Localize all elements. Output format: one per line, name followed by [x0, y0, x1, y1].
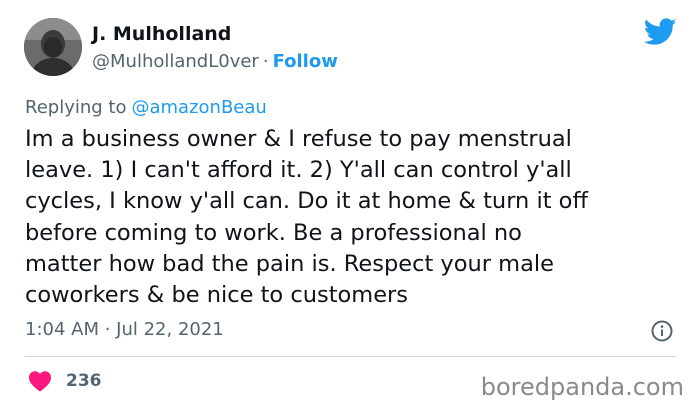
avatar[interactable]: [24, 18, 82, 76]
display-name[interactable]: J. Mulholland: [92, 22, 231, 46]
handle[interactable]: @MulhollandL0ver: [92, 51, 259, 72]
reply-prefix: Replying to: [25, 97, 127, 118]
boredpanda-watermark: boredpanda.com: [480, 373, 684, 401]
tweet-timestamp[interactable]: 1:04 AM · Jul 22, 2021: [25, 318, 224, 342]
reply-context: Replying to @amazonBeau: [25, 96, 267, 120]
tweet-text: Im a business owner & I refuse to pay me…: [25, 126, 588, 309]
handle-line: @MulhollandL0ver · Follow: [92, 50, 338, 74]
separator-dot: ·: [262, 51, 269, 72]
divider: [25, 356, 676, 357]
info-icon[interactable]: [651, 320, 673, 342]
follow-button[interactable]: Follow: [273, 51, 338, 72]
reply-mention-link[interactable]: @amazonBeau: [131, 97, 266, 118]
heart-icon[interactable]: [28, 370, 52, 392]
twitter-bird-icon[interactable]: [644, 18, 677, 46]
like-button[interactable]: 236: [28, 370, 102, 392]
avatar-photo: [24, 18, 82, 76]
like-count: 236: [66, 371, 102, 391]
